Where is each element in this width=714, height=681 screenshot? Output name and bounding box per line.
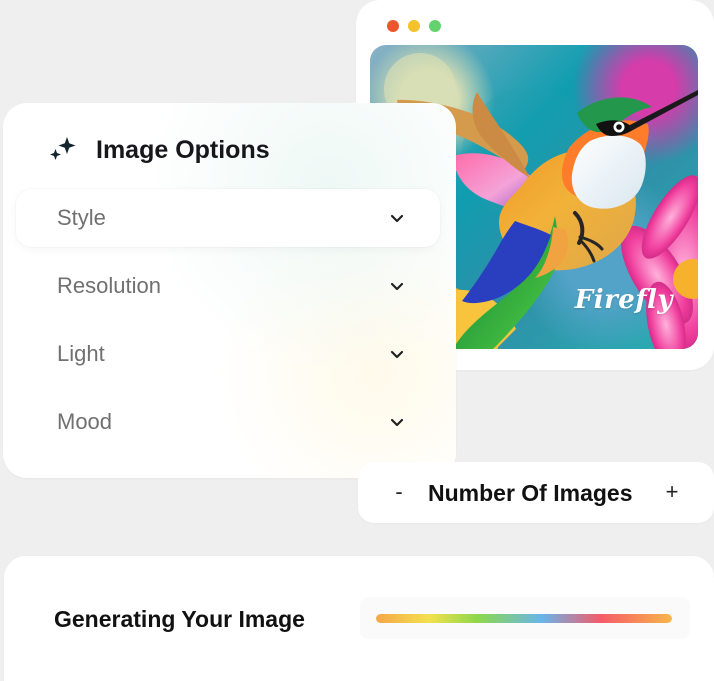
resolution-option[interactable]: Resolution — [16, 257, 440, 315]
light-option-label: Light — [57, 341, 105, 366]
chevron-down-icon — [390, 418, 404, 427]
resolution-option-label: Resolution — [57, 273, 161, 298]
mood-option-label: Mood — [57, 409, 113, 434]
light-option[interactable]: Light — [16, 325, 440, 383]
increase-images-button[interactable]: + — [660, 478, 684, 506]
generation-progress-fill — [376, 614, 672, 623]
chevron-down-icon — [390, 282, 404, 291]
image-options-header: Image Options — [47, 134, 270, 166]
style-option-label: Style — [57, 205, 106, 230]
generation-progress-container — [360, 597, 690, 639]
number-of-images-control: - Number Of Images + — [358, 462, 714, 523]
number-of-images-label: Number Of Images — [428, 480, 633, 506]
sparkle-icon — [50, 137, 76, 160]
chevron-down-icon — [390, 214, 404, 223]
window-controls — [387, 20, 441, 32]
image-options-title: Image Options — [96, 136, 270, 164]
maximize-dot[interactable] — [429, 20, 441, 32]
generation-progress-bar — [376, 614, 672, 623]
image-options-panel: Image Options Style Resolution Light Moo… — [3, 103, 456, 478]
decrease-images-button[interactable]: - — [387, 478, 411, 506]
generation-status-panel: Generating Your Image — [4, 556, 714, 681]
chevron-down-icon — [390, 350, 404, 359]
mood-option[interactable]: Mood — [16, 393, 440, 451]
minimize-dot[interactable] — [408, 20, 420, 32]
style-option[interactable]: Style — [16, 189, 440, 247]
close-dot[interactable] — [387, 20, 399, 32]
firefly-watermark: Firefly — [574, 285, 673, 315]
generation-status-label: Generating Your Image — [54, 606, 305, 632]
